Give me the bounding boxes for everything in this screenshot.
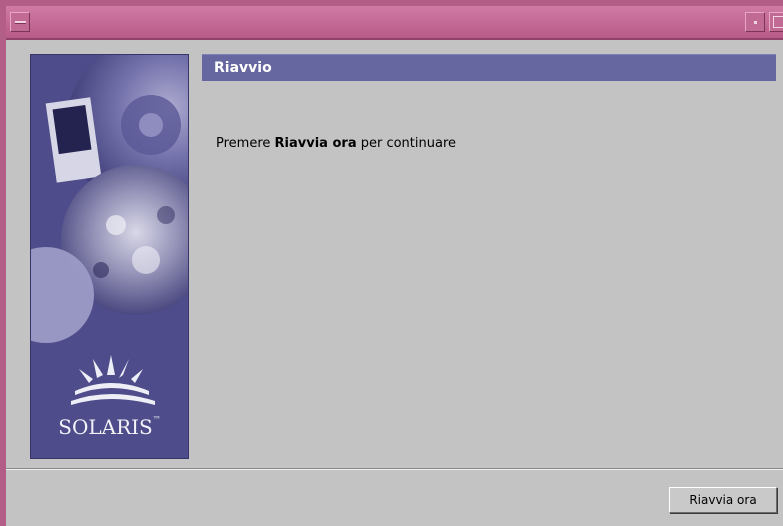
title-bar[interactable]: [6, 6, 783, 40]
maximize-icon[interactable]: [769, 12, 783, 32]
banner-artwork: [31, 55, 188, 458]
window-menu-icon[interactable]: [10, 12, 30, 32]
message-suffix: per continuare: [356, 136, 457, 151]
instruction-message: Premere Riavvia ora per continuare: [216, 136, 456, 151]
trademark-symbol: ™: [152, 415, 161, 424]
brand-text: SOLARIS: [58, 415, 153, 439]
solaris-brand: SOLARIS™: [31, 415, 188, 439]
message-prefix: Premere: [216, 136, 275, 151]
message-emphasis: Riavvia ora: [274, 136, 357, 151]
minimize-icon[interactable]: [745, 12, 765, 32]
side-banner-image: SOLARIS™: [30, 54, 189, 459]
restart-now-button[interactable]: Riavvia ora: [669, 487, 777, 513]
section-header: Riavvio: [202, 54, 776, 81]
page-title: Riavvio: [214, 60, 272, 76]
installer-window: SOLARIS™ Riavvio Premere Riavvia ora per…: [0, 0, 783, 526]
footer-divider: [6, 468, 783, 470]
